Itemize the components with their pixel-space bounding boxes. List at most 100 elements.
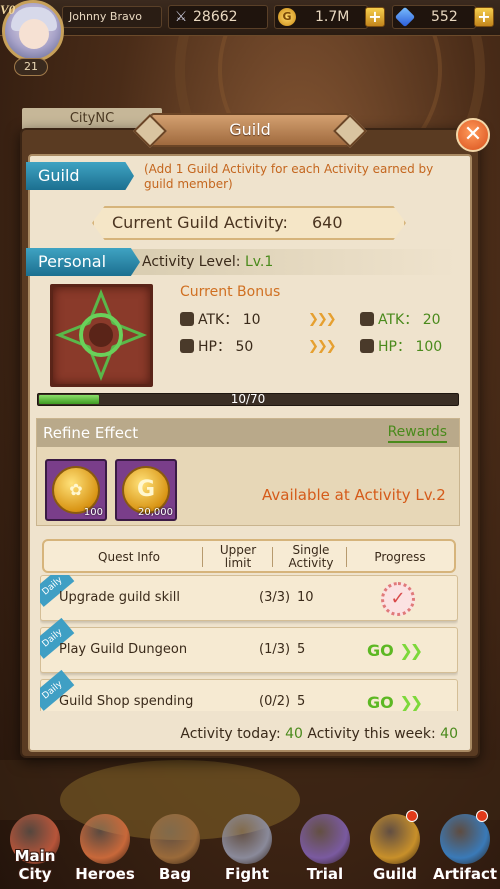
gem-icon xyxy=(394,6,416,28)
activity-level-value: Lv.1 xyxy=(244,254,274,270)
nav-label: Fight xyxy=(225,865,269,883)
add-gold-button[interactable]: + xyxy=(365,7,385,27)
trial-icon xyxy=(300,814,350,864)
bonus-value: 10 xyxy=(242,312,261,328)
nav-label: Guild xyxy=(372,865,417,883)
close-icon[interactable]: ✕ xyxy=(456,118,490,152)
bag-icon xyxy=(150,814,200,864)
hp-icon xyxy=(180,339,194,353)
current-activity-label: Current Guild Activity: xyxy=(112,213,288,232)
header-single-activity: Single Activity xyxy=(288,543,334,570)
activity-level-row: Activity Level: Lv.1 xyxy=(132,249,456,275)
today-value: 40 xyxy=(285,726,303,742)
swords-icon: ⚔ xyxy=(174,9,188,25)
nav-label: Heroes xyxy=(75,865,135,883)
quest-name: Play Guild Dungeon xyxy=(59,642,188,657)
nav-artifact[interactable]: Artifact xyxy=(430,806,500,889)
week-label: Activity this week: xyxy=(307,726,436,742)
completed-check-icon: ✓ xyxy=(381,582,415,616)
current-activity-value: 640 xyxy=(312,213,343,232)
header-upper-limit: Upper limit xyxy=(219,543,257,570)
go-label: GO xyxy=(367,641,394,660)
nav-trial[interactable]: Trial xyxy=(290,806,360,889)
player-name: Johnny Bravo xyxy=(62,6,162,28)
available-at-level: Available at Activity Lv.2 xyxy=(262,486,446,504)
bonus-label: ATK： xyxy=(198,312,239,328)
gems-display: 552 xyxy=(392,5,476,29)
nav-main-city[interactable]: Main City xyxy=(0,806,70,889)
bonus-current-atk: ATK： 10 xyxy=(180,310,261,330)
player-level: 21 xyxy=(14,58,48,76)
nav-guild[interactable]: Guild xyxy=(360,806,430,889)
notification-dot xyxy=(476,810,488,822)
quest-limit: (1/3) xyxy=(259,642,291,657)
gold-display: G 1.7M xyxy=(274,5,368,29)
guild-emblem-icon xyxy=(50,284,153,387)
week-value: 40 xyxy=(440,726,458,742)
add-gems-button[interactable]: + xyxy=(474,7,494,27)
go-button[interactable]: GO ❯❯ xyxy=(367,691,431,711)
header-divider xyxy=(202,547,203,567)
quest-name: Upgrade guild skill xyxy=(59,590,180,605)
bonus-label: HP： xyxy=(378,339,411,355)
activity-footer: Activity today: 40 Activity this week: 4… xyxy=(40,726,458,742)
bonus-next-atk: ATK： 20 xyxy=(360,310,441,330)
attack-icon xyxy=(180,312,194,326)
guild-note: (Add 1 Guild Activity for each Activity … xyxy=(144,162,434,191)
rewards-link[interactable]: Rewards xyxy=(387,423,447,443)
gems-value: 552 xyxy=(431,9,458,25)
activity-progress-bar: 10/70 xyxy=(37,392,459,406)
header-divider xyxy=(272,547,273,567)
bonus-current-hp: HP： 50 xyxy=(180,337,253,357)
nav-label: Trial xyxy=(306,865,344,883)
upgrade-arrows-icon: ❯❯❯ xyxy=(308,339,337,354)
quest-table-header: Quest Info Upper limit Single Activity P… xyxy=(42,539,456,573)
bonus-value: 100 xyxy=(415,339,443,355)
quest-row: Daily Upgrade guild skill (3/3) 10 ✓ xyxy=(40,575,458,621)
nav-fight[interactable]: Fight xyxy=(212,806,282,889)
refine-header: Refine Effect Rewards xyxy=(37,419,459,447)
nav-label: Artifact xyxy=(432,865,498,883)
today-label: Activity today: xyxy=(180,726,281,742)
bonus-value: 20 xyxy=(422,312,441,328)
go-arrows-icon: ❯❯ xyxy=(399,693,423,711)
header-progress: Progress xyxy=(374,550,426,564)
item-count: 20,000 xyxy=(138,507,173,518)
gold-coin-item[interactable]: G 20,000 xyxy=(115,459,177,521)
quest-activity: 10 xyxy=(297,590,314,605)
quest-activity: 5 xyxy=(297,642,306,657)
power-display: ⚔ 28662 xyxy=(168,5,268,29)
guild-coin-item[interactable]: ✿ 100 xyxy=(45,459,107,521)
activity-level-label: Activity Level: xyxy=(142,254,241,270)
attack-icon xyxy=(360,312,374,326)
gold-value: 1.7M xyxy=(315,9,350,25)
go-button[interactable]: GO ❯❯ xyxy=(367,639,431,663)
quest-row: Daily Play Guild Dungeon (1/3) 5 GO ❯❯ xyxy=(40,617,458,673)
quest-limit: (3/3) xyxy=(259,590,291,605)
nav-label: Bag xyxy=(158,865,192,883)
notification-dot xyxy=(406,810,418,822)
nav-bag[interactable]: Bag xyxy=(140,806,210,889)
bonus-value: 50 xyxy=(235,339,254,355)
header-quest-info: Quest Info xyxy=(98,550,160,564)
nav-label: Main City xyxy=(14,847,56,883)
bonus-label: HP： xyxy=(198,339,231,355)
bottom-nav: Main City Heroes Bag Fight Trial Guild A… xyxy=(0,806,500,889)
item-count: 100 xyxy=(83,507,103,518)
refine-effect-panel: Refine Effect Rewards ✿ 100 G 20,000 xyxy=(36,418,460,526)
bonus-next-hp: HP： 100 xyxy=(360,337,442,357)
gold-coin-icon: G xyxy=(278,8,296,26)
bonus-label: ATK： xyxy=(378,312,419,328)
hp-icon xyxy=(360,339,374,353)
dialog-title: Guild xyxy=(150,113,350,147)
nav-heroes[interactable]: Heroes xyxy=(70,806,140,889)
go-arrows-icon: ❯❯ xyxy=(399,641,423,660)
avatar-face xyxy=(19,19,49,49)
upgrade-arrows-icon: ❯❯❯ xyxy=(308,312,337,327)
quest-list[interactable]: Daily Upgrade guild skill (3/3) 10 ✓ Dai… xyxy=(40,575,458,711)
progress-text: 10/70 xyxy=(230,392,266,406)
header-divider xyxy=(346,547,347,567)
personal-ribbon: Personal xyxy=(26,248,140,276)
quest-activity: 5 xyxy=(297,694,306,709)
current-guild-activity: Current Guild Activity: 640 xyxy=(92,206,406,240)
